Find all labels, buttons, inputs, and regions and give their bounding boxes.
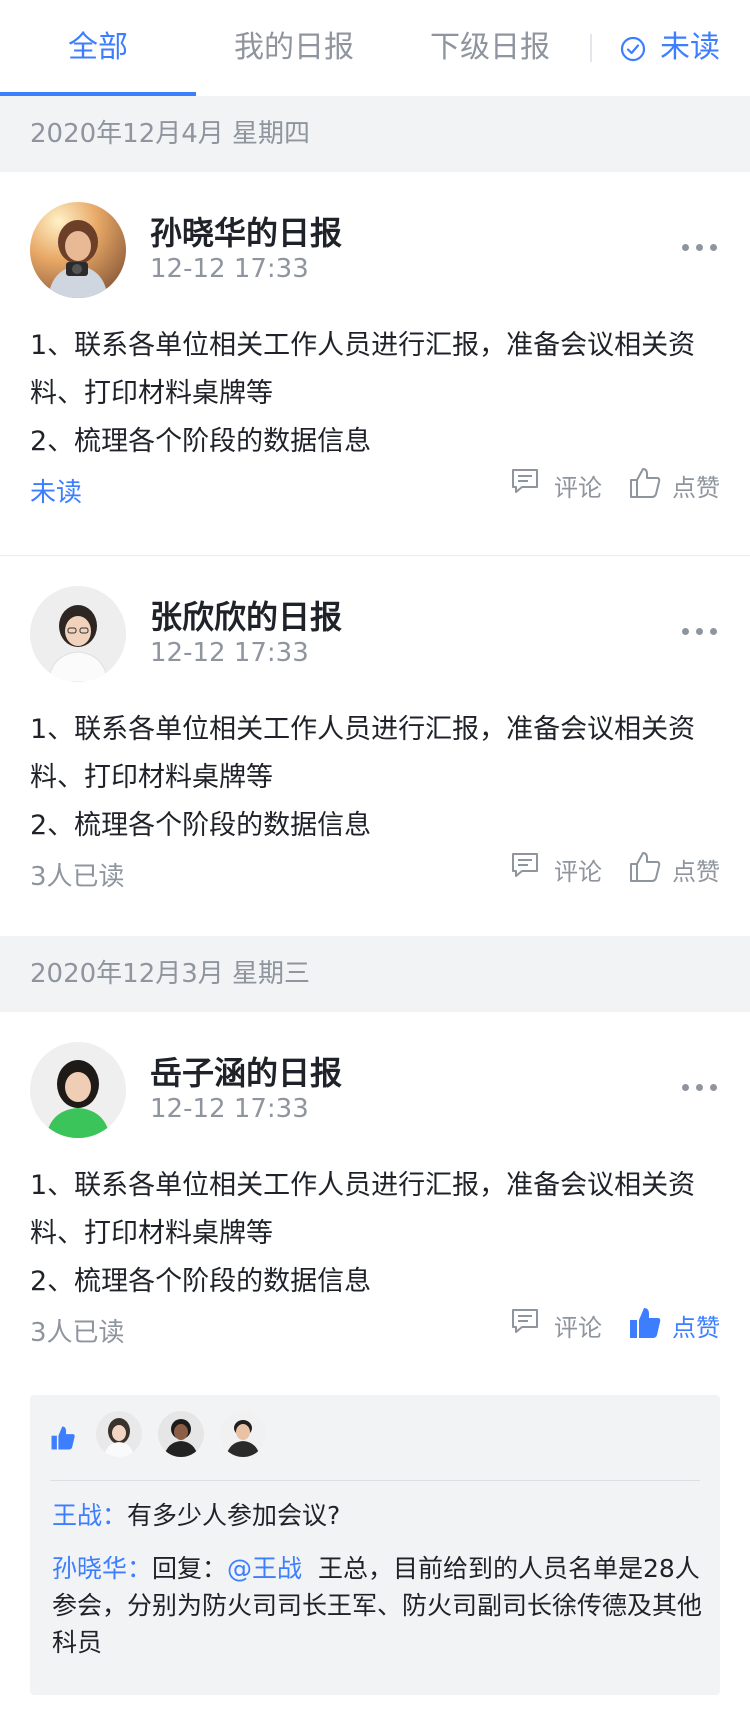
report-content: 1、联系各单位相关工作人员进行汇报，准备会议相关资料、打印材料桌牌等 2、梳理各…	[30, 706, 720, 850]
liker-avatar[interactable]	[158, 1411, 204, 1457]
check-circle-icon	[620, 36, 646, 62]
date-header-label: 2020年12月4月 星期四	[30, 119, 311, 149]
mention-link[interactable]: @王战	[227, 1554, 302, 1583]
like-label: 点赞	[672, 474, 720, 502]
more-options-button[interactable]	[680, 238, 720, 258]
comment-label: 评论	[554, 474, 602, 502]
report-card[interactable]: 张欣欣的日报 12-12 17:33 1、联系各单位相关工作人员进行汇报，准备会…	[0, 556, 750, 936]
comment-icon	[512, 1309, 538, 1333]
report-time: 12-12 17:33	[150, 1094, 309, 1124]
thumbs-up-filled-icon	[630, 1308, 661, 1338]
report-card[interactable]: 孙晓华的日报 12-12 17:33 1、联系各单位相关工作人员进行汇报，准备会…	[0, 172, 750, 556]
comment-author[interactable]: 孙晓华：	[52, 1554, 152, 1583]
avatar[interactable]	[30, 586, 126, 682]
like-label: 点赞	[672, 858, 720, 886]
comment-divider	[50, 1480, 700, 1481]
comment-icon	[512, 469, 538, 493]
report-line: 1、联系各单位相关工作人员进行汇报，准备会议相关资料、打印材料桌牌等	[30, 714, 696, 793]
tab-subordinate-reports[interactable]: 下级日报	[392, 0, 588, 96]
report-title: 张欣欣的日报	[150, 598, 343, 636]
report-line: 2、梳理各个阶段的数据信息	[30, 810, 372, 841]
thumbs-up-icon	[630, 852, 661, 882]
report-line: 1、联系各单位相关工作人员进行汇报，准备会议相关资料、打印材料桌牌等	[30, 1170, 696, 1249]
comment-item[interactable]: 王战：有多少人参加会议?	[52, 1497, 702, 1534]
report-line: 2、梳理各个阶段的数据信息	[30, 426, 372, 457]
comment-icon	[512, 853, 538, 877]
report-title: 孙晓华的日报	[150, 214, 343, 252]
date-header-label: 2020年12月3月 星期三	[30, 959, 311, 989]
more-options-button[interactable]	[680, 622, 720, 642]
reply-prefix: 回复：	[152, 1554, 228, 1583]
date-header: 2020年12月4月 星期四	[0, 96, 750, 172]
interaction-panel: 王战：有多少人参加会议? 孙晓华：回复：@王战 王总，目前给到的人员名单是28人…	[30, 1395, 720, 1695]
report-time: 12-12 17:33	[150, 254, 309, 284]
liker-avatar[interactable]	[220, 1411, 266, 1457]
like-label: 点赞	[672, 1314, 720, 1342]
read-status[interactable]: 3人已读	[30, 1312, 125, 1349]
date-header: 2020年12月3月 星期三	[0, 936, 750, 1012]
avatar[interactable]	[30, 202, 126, 298]
tab-bar: 全部 我的日报 下级日报 未读	[0, 0, 750, 96]
thumbs-up-filled-icon	[51, 1426, 75, 1450]
comment-label: 评论	[554, 858, 602, 886]
comment-author[interactable]: 王战：	[52, 1501, 127, 1530]
thumbs-up-icon	[630, 468, 661, 498]
report-content: 1、联系各单位相关工作人员进行汇报，准备会议相关资料、打印材料桌牌等 2、梳理各…	[30, 1162, 720, 1306]
tab-divider	[590, 34, 592, 62]
report-line: 2、梳理各个阶段的数据信息	[30, 1266, 372, 1297]
avatar[interactable]	[30, 1042, 126, 1138]
report-content: 1、联系各单位相关工作人员进行汇报，准备会议相关资料、打印材料桌牌等 2、梳理各…	[30, 322, 720, 466]
tab-all[interactable]: 全部	[0, 0, 196, 96]
report-line: 1、联系各单位相关工作人员进行汇报，准备会议相关资料、打印材料桌牌等	[30, 330, 696, 409]
tab-my-reports[interactable]: 我的日报	[196, 0, 392, 96]
liker-avatar[interactable]	[96, 1411, 142, 1457]
read-status: 未读	[30, 478, 83, 508]
unread-filter-label: 未读	[660, 30, 720, 65]
report-title: 岳子涵的日报	[150, 1054, 343, 1092]
read-status[interactable]: 3人已读	[30, 856, 125, 893]
more-options-button[interactable]	[680, 1078, 720, 1098]
report-time: 12-12 17:33	[150, 638, 309, 668]
comment-item[interactable]: 孙晓华：回复：@王战 王总，目前给到的人员名单是28人参会，分别为防火司司长王军…	[52, 1550, 702, 1661]
comment-text: 有多少人参加会议?	[127, 1501, 341, 1530]
comment-label: 评论	[554, 1314, 602, 1342]
